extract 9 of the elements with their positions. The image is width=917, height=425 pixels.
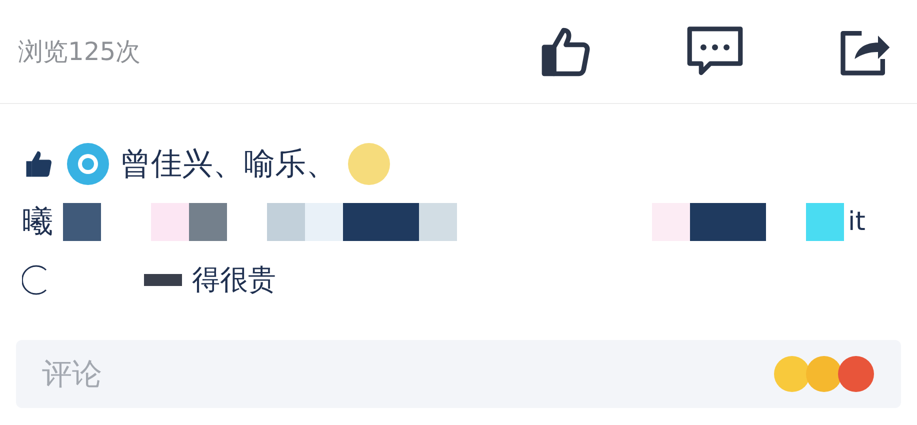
liker-names: 曾佳兴、喻乐、 bbox=[120, 144, 337, 184]
liker-name: it bbox=[848, 206, 866, 238]
liker-name: 曦 bbox=[22, 202, 53, 242]
view-count: 浏览125次 bbox=[18, 36, 141, 68]
redaction-drawing bbox=[144, 274, 182, 286]
emoji-icon[interactable] bbox=[837, 355, 875, 393]
emoji-icon[interactable] bbox=[805, 355, 843, 393]
liker-name: 得很贵 bbox=[192, 262, 276, 298]
comment-field[interactable]: 评论 bbox=[16, 340, 901, 408]
